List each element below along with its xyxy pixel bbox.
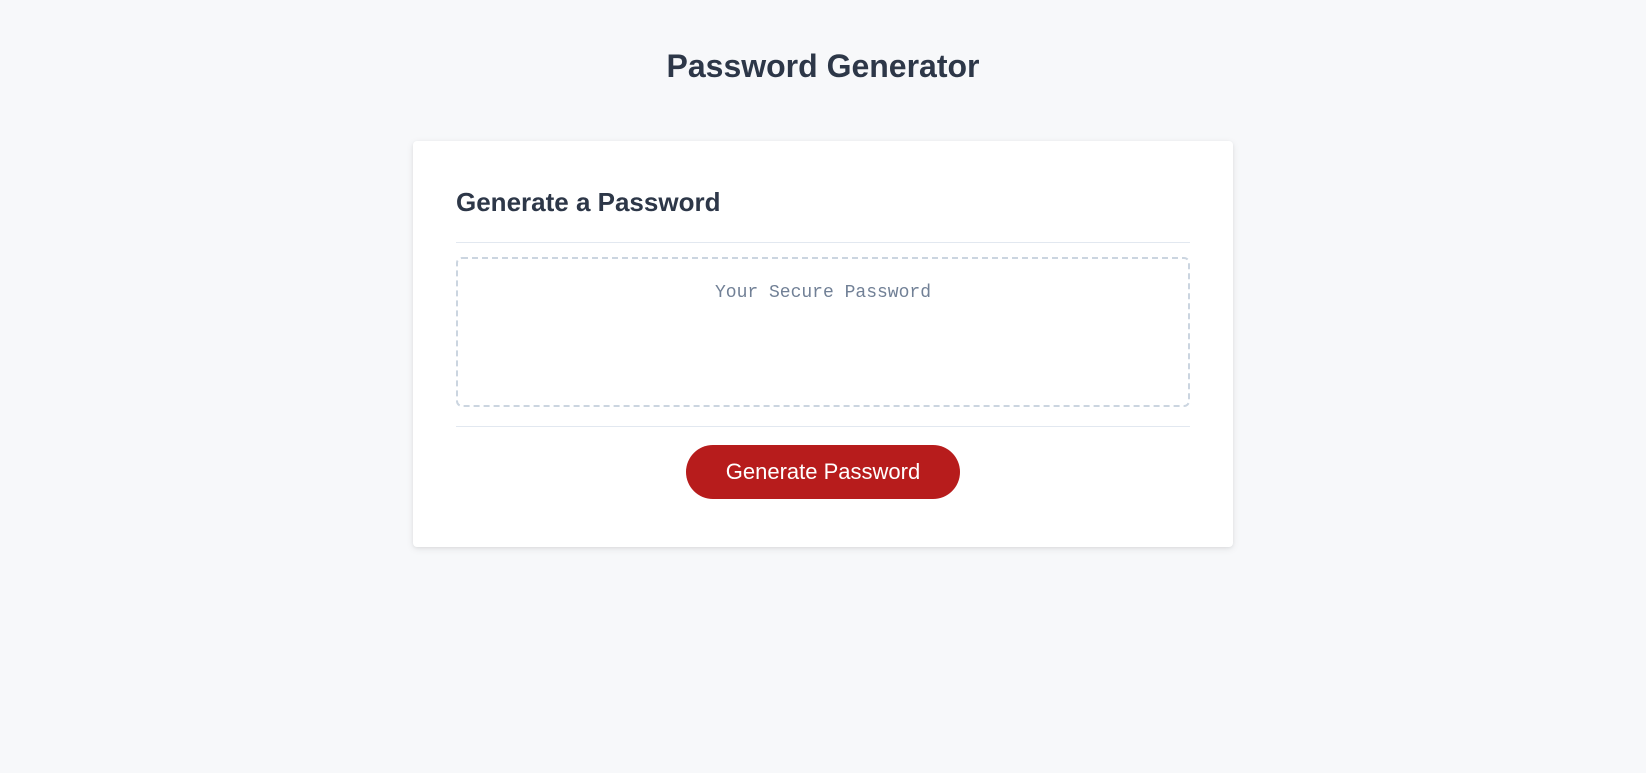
page-title: Password Generator bbox=[667, 48, 980, 85]
card-body bbox=[456, 242, 1190, 427]
main-container: Password Generator Generate a Password G… bbox=[0, 0, 1646, 547]
password-output[interactable] bbox=[456, 257, 1190, 407]
generate-button[interactable]: Generate Password bbox=[686, 445, 960, 499]
generator-card: Generate a Password Generate Password bbox=[413, 141, 1233, 547]
card-heading: Generate a Password bbox=[456, 187, 1190, 218]
card-footer: Generate Password bbox=[456, 445, 1190, 499]
